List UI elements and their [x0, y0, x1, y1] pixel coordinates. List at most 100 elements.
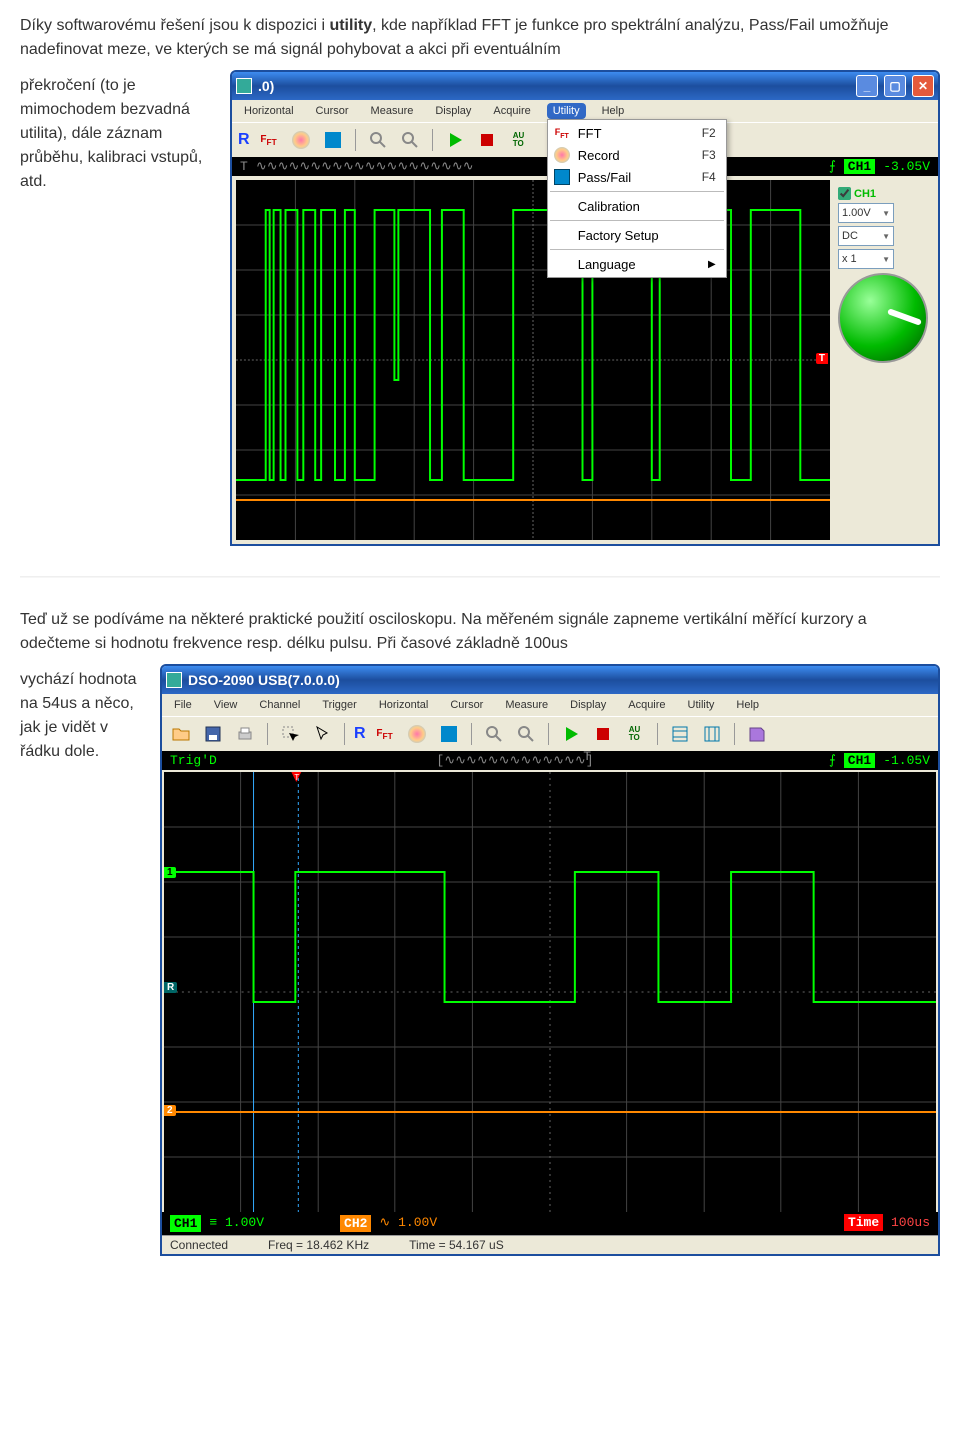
- app-icon: [166, 672, 182, 688]
- chevron-down-icon: ▼: [882, 232, 890, 241]
- vertical-position-knob[interactable]: [838, 273, 928, 363]
- p1-bold: utility: [329, 17, 372, 34]
- menu-utility[interactable]: Utility FFT FFT F2 Record F3 Pass/Fail: [547, 103, 586, 119]
- tool-stop[interactable]: [590, 721, 616, 747]
- menu-cursor[interactable]: Cursor: [444, 697, 489, 713]
- title-bar[interactable]: .0) _ ▢ ✕: [232, 72, 938, 100]
- tool-palette[interactable]: [288, 127, 314, 153]
- svg-text:T: T: [294, 773, 299, 782]
- toolbar-separator: [344, 723, 345, 745]
- menu-item-fft[interactable]: FFT FFT F2: [548, 122, 726, 144]
- menu-measure[interactable]: Measure: [365, 103, 420, 119]
- menu-item-passfail[interactable]: Pass/Fail F4: [548, 166, 726, 188]
- dd-fact-label: Factory Setup: [578, 228, 659, 243]
- menu-item-calibration[interactable]: Calibration: [548, 195, 726, 217]
- menu-view[interactable]: View: [208, 697, 244, 713]
- tool-stop[interactable]: [474, 127, 500, 153]
- coupling-value: DC: [842, 230, 858, 242]
- tool-zoom1[interactable]: [481, 721, 507, 747]
- mult-select[interactable]: x 1▼: [838, 249, 894, 269]
- help-icon: [747, 724, 767, 744]
- ch1-label: CH1: [854, 188, 876, 200]
- ref-marker: R: [164, 982, 177, 993]
- ch1-marker: 1: [164, 867, 176, 878]
- tool-zoom2[interactable]: [397, 127, 423, 153]
- vdiv-select[interactable]: 1.00V▼: [838, 203, 894, 223]
- utility-dropdown: FFT FFT F2 Record F3 Pass/Fail F4: [547, 119, 727, 278]
- zoom-icon: [400, 130, 420, 150]
- zoom-icon: [484, 724, 504, 744]
- menu-channel[interactable]: Channel: [253, 697, 306, 713]
- passfail-icon: [554, 169, 570, 185]
- menu-cursor[interactable]: Cursor: [310, 103, 355, 119]
- dd-fft-key: F2: [702, 126, 716, 140]
- tool-open[interactable]: [168, 721, 194, 747]
- menu-item-record[interactable]: Record F3: [548, 144, 726, 166]
- maximize-button[interactable]: ▢: [884, 75, 906, 97]
- menu-display[interactable]: Display: [564, 697, 612, 713]
- tool-fft[interactable]: FFT: [372, 721, 398, 747]
- tool-save[interactable]: [200, 721, 226, 747]
- auto-icon: AU TO: [629, 726, 641, 742]
- waveform-display[interactable]: T: [236, 180, 830, 540]
- tool-run[interactable]: [442, 127, 468, 153]
- dd-pf-key: F4: [702, 170, 716, 184]
- tool-palette[interactable]: [404, 721, 430, 747]
- coupling-select[interactable]: DC ▼: [838, 226, 894, 246]
- tool-hcur[interactable]: [667, 721, 693, 747]
- menu-horizontal[interactable]: Horizontal: [373, 697, 435, 713]
- tool-fft[interactable]: FFT: [256, 127, 282, 153]
- minimize-button[interactable]: _: [856, 75, 878, 97]
- doc-paragraph-2: Teď už se podíváme na některé praktické …: [20, 608, 940, 656]
- waveform-display[interactable]: T 1 R 2: [164, 772, 936, 1212]
- menu-trigger[interactable]: Trigger: [316, 697, 362, 713]
- tool-print[interactable]: [232, 721, 258, 747]
- ch1-check[interactable]: [838, 187, 851, 200]
- stop-icon: [477, 130, 497, 150]
- toolbar-separator: [432, 129, 433, 151]
- ch1-checkbox[interactable]: CH1: [838, 187, 930, 200]
- status-bar: Connected Freq = 18.462 KHz Time = 54.16…: [162, 1235, 938, 1254]
- tool-passfail[interactable]: [436, 721, 462, 747]
- menu-help[interactable]: Help: [596, 103, 631, 119]
- title-text: DSO-2090 USB(7.0.0.0): [188, 672, 340, 688]
- app-window-cursor-measure: DSO-2090 USB(7.0.0.0) File View Channel …: [160, 664, 940, 1256]
- menu-help[interactable]: Help: [730, 697, 765, 713]
- menu-acquire[interactable]: Acquire: [487, 103, 536, 119]
- doc-paragraph-1: Díky softwarovému řešení jsou k dispozic…: [20, 14, 940, 62]
- menu-bar: File View Channel Trigger Horizontal Cur…: [162, 694, 938, 716]
- tool-cursor-box[interactable]: [277, 721, 303, 747]
- tool-help[interactable]: [744, 721, 770, 747]
- tool-run[interactable]: [558, 721, 584, 747]
- palette-icon: [292, 131, 310, 149]
- menu-utility[interactable]: Utility: [682, 697, 721, 713]
- title-bar[interactable]: DSO-2090 USB(7.0.0.0): [162, 666, 938, 694]
- tool-cursor[interactable]: [309, 721, 335, 747]
- status-time: Time = 54.167 uS: [409, 1238, 504, 1252]
- time-label: Time: [844, 1214, 883, 1231]
- tool-zoom1[interactable]: [365, 127, 391, 153]
- tool-passfail[interactable]: [320, 127, 346, 153]
- status-ch1: CH1: [170, 1215, 201, 1232]
- vdiv-value: 1.00V: [842, 207, 871, 219]
- menu-item-language[interactable]: Language▶: [548, 253, 726, 275]
- menu-measure[interactable]: Measure: [499, 697, 554, 713]
- menu-item-factory[interactable]: Factory Setup: [548, 224, 726, 246]
- tool-vcur[interactable]: [699, 721, 725, 747]
- close-button[interactable]: ✕: [912, 75, 934, 97]
- palette-icon: [408, 725, 426, 743]
- mult-value: x 1: [842, 253, 857, 265]
- menu-acquire[interactable]: Acquire: [622, 697, 671, 713]
- menu-horizontal[interactable]: Horizontal: [238, 103, 300, 119]
- tool-auto[interactable]: AU TO: [622, 721, 648, 747]
- menu-file[interactable]: File: [168, 697, 198, 713]
- channel-side-panel: CH1 1.00V▼ DC ▼ x 1▼: [834, 180, 934, 540]
- tool-auto[interactable]: AU TO: [506, 127, 532, 153]
- menu-display[interactable]: Display: [429, 103, 477, 119]
- measurement-bar: CH1 ≡ 1.00V CH2 ∿ 1.00V Time 100us: [162, 1212, 938, 1235]
- timebase-value: 100us: [891, 1215, 930, 1230]
- app-window-utility-menu: .0) _ ▢ ✕ Horizontal Cursor Measure Disp…: [230, 70, 940, 546]
- fft-icon: FFT: [260, 134, 276, 147]
- tool-zoom2[interactable]: [513, 721, 539, 747]
- passfail-icon: [441, 726, 457, 742]
